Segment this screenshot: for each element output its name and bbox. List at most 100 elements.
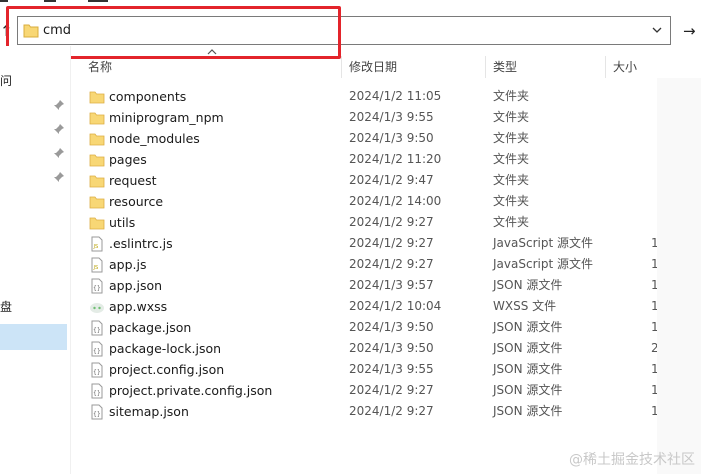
file-name: miniprogram_npm: [109, 110, 224, 125]
file-modified: 2024/1/3 9:57: [349, 278, 434, 292]
file-type: 文件夹: [493, 215, 530, 229]
file-row[interactable]: miniprogram_npm 2024/1/3 9:55 文件夹: [71, 107, 661, 128]
file-type: JSON 源文件: [493, 320, 563, 334]
column-header-name[interactable]: 名称: [88, 56, 112, 78]
file-modified: 2024/1/3 9:50: [349, 131, 434, 145]
svg-text:{}: {}: [93, 348, 101, 355]
svg-text:{}: {}: [93, 411, 101, 418]
file-row[interactable]: app.wxss 2024/1/2 10:04 WXSS 文件 1: [71, 296, 661, 317]
file-modified: 2024/1/2 11:05: [349, 89, 442, 103]
sort-ascending-icon: [207, 49, 217, 55]
file-name: request: [109, 173, 157, 188]
file-row[interactable]: {} package.json 2024/1/3 9:50 JSON 源文件 1: [71, 317, 661, 338]
chevron-down-icon[interactable]: [650, 22, 664, 38]
column-separator[interactable]: [605, 56, 606, 78]
file-type: JSON 源文件: [493, 341, 563, 355]
go-button[interactable]: →: [683, 20, 701, 42]
file-name: .eslintrc.js: [109, 236, 173, 251]
file-row[interactable]: node_modules 2024/1/3 9:50 文件夹: [71, 128, 661, 149]
js-file-icon: JS: [89, 257, 105, 273]
scroll-area: [657, 78, 701, 474]
svg-text:JS: JS: [93, 244, 99, 250]
svg-text:{}: {}: [93, 369, 101, 376]
json-file-icon: {}: [89, 362, 105, 378]
folder-icon: [89, 89, 105, 105]
file-type: JSON 源文件: [493, 383, 563, 397]
js-file-icon: JS: [89, 236, 105, 252]
file-row[interactable]: {} project.private.config.json 2024/1/2 9:…: [71, 380, 661, 401]
file-modified: 2024/1/2 11:20: [349, 152, 442, 166]
file-name: app.js: [109, 257, 147, 272]
file-modified: 2024/1/2 10:04: [349, 299, 442, 313]
file-row[interactable]: JS .eslintrc.js 2024/1/2 9:27 JavaScript 源文…: [71, 233, 661, 254]
folder-icon: [89, 194, 105, 210]
file-name: project.config.json: [109, 362, 225, 377]
file-name: package-lock.json: [109, 341, 222, 356]
column-headers: 名称 修改日期 类型 大小: [71, 56, 701, 78]
navigation-pane: 问 盘: [0, 46, 70, 474]
file-type: JSON 源文件: [493, 404, 563, 418]
json-file-icon: {}: [89, 278, 105, 294]
folder-icon: [89, 215, 105, 231]
folder-icon: [89, 173, 105, 189]
file-row[interactable]: {} package-lock.json 2024/1/3 9:50 JSON 源文件…: [71, 338, 661, 359]
folder-icon: [89, 131, 105, 147]
arrow-right-icon: →: [683, 22, 696, 40]
file-row[interactable]: pages 2024/1/2 11:20 文件夹: [71, 149, 661, 170]
file-modified: 2024/1/3 9:50: [349, 320, 434, 334]
svg-text:{}: {}: [93, 390, 101, 397]
file-type: 文件夹: [493, 152, 530, 166]
file-row[interactable]: components 2024/1/2 11:05 文件夹: [71, 86, 661, 107]
file-row[interactable]: resource 2024/1/2 14:00 文件夹: [71, 191, 661, 212]
column-separator[interactable]: [341, 56, 342, 78]
file-type: JavaScript 源文件: [493, 257, 593, 271]
file-type: JSON 源文件: [493, 362, 563, 376]
file-name: app.json: [109, 278, 163, 293]
file-type: JavaScript 源文件: [493, 236, 593, 250]
json-file-icon: {}: [89, 320, 105, 336]
folder-icon: [89, 110, 105, 126]
svg-text:JS: JS: [93, 265, 99, 271]
column-header-size[interactable]: 大小: [613, 56, 637, 78]
column-header-type[interactable]: 类型: [493, 56, 517, 78]
file-type: 文件夹: [493, 194, 530, 208]
column-header-modified[interactable]: 修改日期: [349, 56, 397, 78]
file-type: WXSS 文件: [493, 299, 557, 313]
pin-icon: [53, 99, 65, 111]
file-type: JSON 源文件: [493, 278, 563, 292]
wxss-file-icon: [89, 299, 105, 315]
file-modified: 2024/1/2 9:27: [349, 383, 434, 397]
file-row[interactable]: {} app.json 2024/1/3 9:57 JSON 源文件 1: [71, 275, 661, 296]
file-type: 文件夹: [493, 110, 530, 124]
file-name: project.private.config.json: [109, 383, 273, 398]
sidebar-edge-label[interactable]: 盘: [0, 298, 12, 315]
file-modified: 2024/1/3 9:55: [349, 362, 434, 376]
file-type: 文件夹: [493, 131, 530, 145]
json-file-icon: {}: [89, 404, 105, 420]
file-name: components: [109, 89, 187, 104]
json-file-icon: {}: [89, 341, 105, 357]
file-modified: 2024/1/3 9:50: [349, 341, 434, 355]
column-separator[interactable]: [485, 56, 486, 78]
file-modified: 2024/1/2 9:47: [349, 173, 434, 187]
svg-text:{}: {}: [93, 285, 101, 292]
file-name: package.json: [109, 320, 192, 335]
file-modified: 2024/1/2 9:27: [349, 257, 434, 271]
file-row[interactable]: {} project.config.json 2024/1/3 9:55 JSON 源…: [71, 359, 661, 380]
file-row[interactable]: JS app.js 2024/1/2 9:27 JavaScript 源文件 1: [71, 254, 661, 275]
file-row[interactable]: {} sitemap.json 2024/1/2 9:27 JSON 源文件 1: [71, 401, 661, 422]
file-name: app.wxss: [109, 299, 168, 314]
json-file-icon: {}: [89, 383, 105, 399]
file-name: resource: [109, 194, 164, 209]
sidebar-edge-label[interactable]: 问: [0, 72, 12, 89]
pin-icon: [53, 147, 65, 159]
file-row[interactable]: utils 2024/1/2 9:27 文件夹: [71, 212, 661, 233]
file-type: 文件夹: [493, 89, 530, 103]
sidebar-selected-item[interactable]: [0, 324, 67, 350]
file-modified: 2024/1/3 9:55: [349, 110, 434, 124]
file-row[interactable]: request 2024/1/2 9:47 文件夹: [71, 170, 661, 191]
pin-icon: [53, 123, 65, 135]
file-name: utils: [109, 215, 136, 230]
file-type: 文件夹: [493, 173, 530, 187]
file-name: pages: [109, 152, 147, 167]
